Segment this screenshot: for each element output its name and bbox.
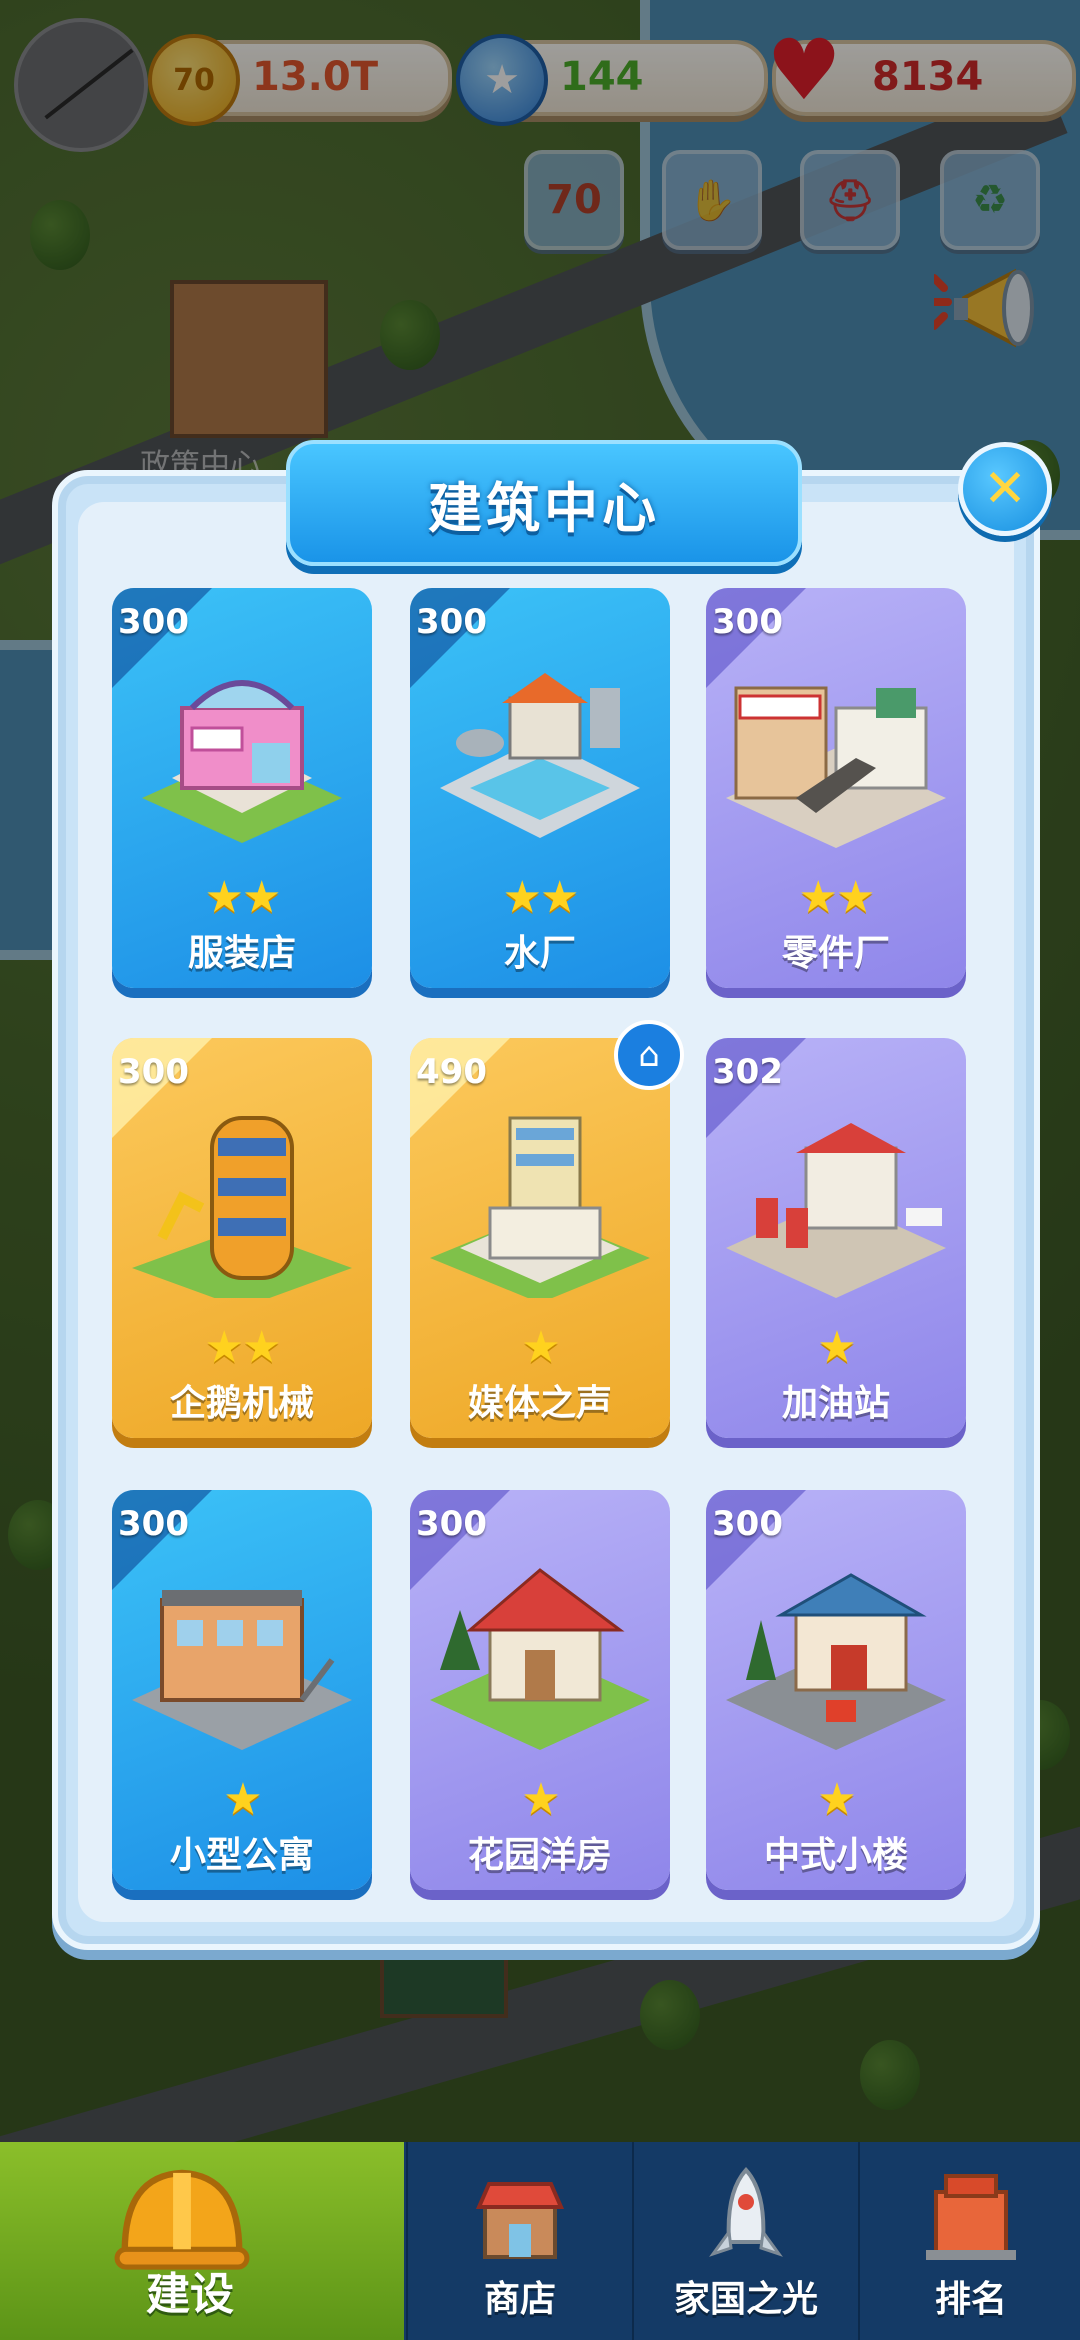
card-cost: 300 (118, 1052, 189, 1092)
card-cost: 300 (416, 602, 487, 642)
bottom-nav: 建设 商店 家国之光 排名 (0, 2142, 1080, 2340)
card-cost: 300 (118, 602, 189, 642)
building-card-water-plant[interactable]: 300 ★★ 水厂 (410, 588, 670, 988)
building-card-clothing-store[interactable]: 300 ★★ 服装店 (112, 588, 372, 988)
card-cost: 302 (712, 1052, 783, 1092)
nav-build[interactable]: 建设 (0, 2142, 404, 2340)
star-rating: ★ (223, 1774, 262, 1825)
nav-ranking[interactable]: 排名 (858, 2142, 1080, 2340)
dialog-title: 建筑中心 (428, 476, 660, 540)
nav-national-glory[interactable]: 家国之光 (632, 2142, 858, 2340)
card-cost: 300 (118, 1504, 189, 1544)
building-card-media-voice[interactable]: 490 ★ 媒体之声 (410, 1038, 670, 1438)
building-card-chinese-house[interactable]: 300 ★ 中式小楼 (706, 1490, 966, 1890)
building-card-gas-station[interactable]: 302 ★ 加油站 (706, 1038, 966, 1438)
home-icon[interactable]: ⌂ (614, 1020, 684, 1090)
dialog-title-banner: 建筑中心 (286, 440, 802, 566)
small-apartment-illustration (132, 1590, 352, 1750)
close-button[interactable]: ✕ (958, 442, 1052, 536)
gas-station-illustration (726, 1123, 946, 1298)
close-icon: ✕ (983, 459, 1027, 519)
card-name: 加油站 (781, 1383, 890, 1424)
penguin-machinery-illustration (132, 1116, 352, 1298)
clothing-store-illustration (142, 680, 342, 843)
ranking-icon (926, 2174, 1016, 2260)
chinese-house-illustration (726, 1573, 946, 1750)
nav-shop[interactable]: 商店 (406, 2142, 632, 2340)
nav-label: 排名 (934, 2279, 1007, 2320)
star-rating: ★ (817, 1322, 856, 1373)
card-cost: 300 (712, 602, 783, 642)
star-rating: ★ (521, 1322, 560, 1373)
card-cost: 300 (712, 1504, 783, 1544)
card-name: 花园洋房 (467, 1835, 612, 1876)
card-name: 中式小楼 (763, 1835, 908, 1876)
card-name: 媒体之声 (467, 1383, 612, 1424)
building-card-parts-factory[interactable]: 300 ★★ 零件厂 (706, 588, 966, 988)
building-card-garden-villa[interactable]: 300 ★ 花园洋房 (410, 1490, 670, 1890)
parts-factory-illustration (726, 686, 946, 848)
card-name: 小型公寓 (169, 1835, 314, 1876)
card-name: 水厂 (503, 933, 576, 974)
card-cost: 300 (416, 1504, 487, 1544)
shop-icon (475, 2182, 565, 2259)
star-rating: ★★ (798, 872, 876, 923)
nav-label: 建设 (146, 2269, 234, 2320)
star-rating: ★★ (204, 872, 282, 923)
star-rating: ★★ (502, 872, 580, 923)
building-card-small-apartment[interactable]: 300 ★ 小型公寓 (112, 1490, 372, 1890)
nav-label: 商店 (483, 2279, 556, 2320)
star-rating: ★ (817, 1774, 856, 1825)
building-card-penguin-machinery[interactable]: 300 ★★ 企鹅机械 (112, 1038, 372, 1438)
star-rating: ★★ (204, 1322, 282, 1373)
card-name: 零件厂 (781, 933, 890, 974)
card-cost: 490 (416, 1052, 487, 1092)
card-name: 企鹅机械 (169, 1383, 314, 1424)
media-voice-illustration (430, 1116, 650, 1298)
water-plant-illustration (440, 673, 640, 838)
nav-label: 家国之光 (673, 2279, 818, 2320)
garden-villa-illustration (430, 1568, 650, 1750)
card-name: 服装店 (187, 933, 296, 974)
star-rating: ★ (521, 1774, 560, 1825)
rocket-icon (709, 2167, 783, 2257)
